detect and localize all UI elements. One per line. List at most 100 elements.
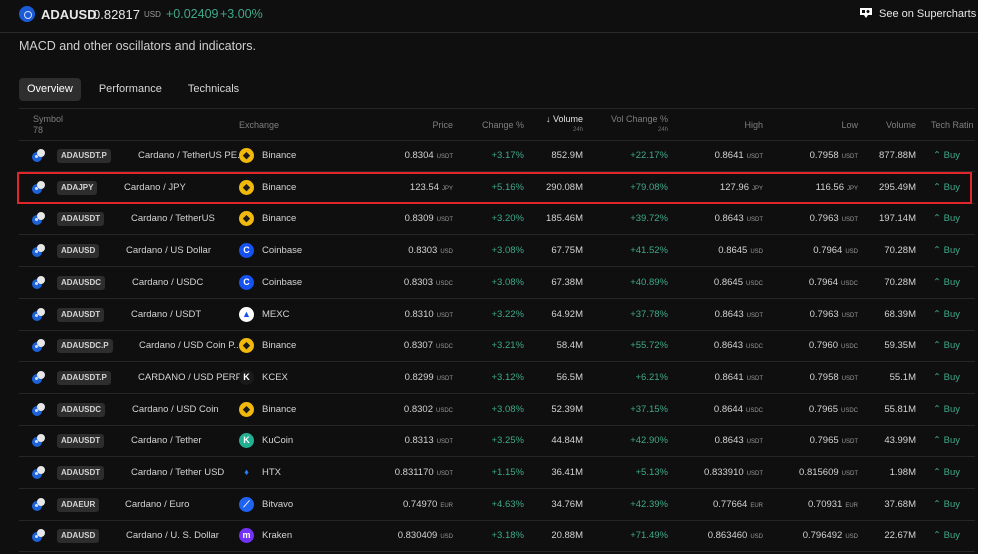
col-volume-label: Volume — [552, 114, 583, 124]
supercharts-icon[interactable] — [858, 5, 874, 21]
exchange-name: Coinbase — [262, 245, 303, 257]
price-value: 0.8299 — [404, 371, 434, 383]
price-cell: 0.8303 USDC — [404, 277, 453, 288]
rating-cell[interactable]: ⌃ Buy — [933, 530, 960, 541]
high-value: 0.8643 — [714, 213, 744, 225]
tab-performance[interactable]: Performance — [91, 78, 170, 101]
table-row[interactable]: ADAUSDC Cardano / USD Coin ◆ Binance 0.8302 U… — [19, 395, 975, 426]
symbol-badge[interactable]: ADAUSDT — [57, 212, 105, 227]
low-value: 0.7963 — [809, 213, 839, 225]
table-row[interactable]: ADAUSD Cardano / U. S. Dollar m Kraken 0.830… — [19, 521, 975, 553]
col-change[interactable]: Change % — [482, 120, 524, 130]
col-exchange[interactable]: Exchange — [239, 120, 279, 130]
col-price[interactable]: Price — [432, 120, 453, 130]
col-low[interactable]: Low — [841, 120, 858, 130]
rating-cell[interactable]: ⌃ Buy — [933, 182, 960, 193]
symbol-description: Cardano / USDT — [131, 308, 202, 320]
symbol-badge[interactable]: ADAUSDC — [57, 402, 105, 417]
vol-change-cell: +6.21% — [635, 371, 669, 383]
high-value: 0.8644 — [713, 403, 743, 415]
table-row[interactable]: ADAUSDT Cardano / USDT ▲ MEXC 0.8310 USDT +3.2… — [19, 300, 975, 331]
volume-cell: 44.84M — [551, 435, 583, 447]
rating-cell[interactable]: ⌃ Buy — [933, 277, 960, 288]
vol-change-cell: +22.17% — [630, 150, 668, 161]
price-unit: EUR — [440, 502, 453, 509]
price-cell: 0.8303 USD — [408, 245, 453, 256]
table-row[interactable]: ADAUSDC Cardano / USDC C Coinbase 0.8303 USDC… — [19, 268, 975, 299]
rating-cell[interactable]: ⌃ Buy — [933, 404, 960, 415]
see-on-supercharts-link[interactable]: See on Supercharts — [879, 8, 976, 20]
ada-pair-icon — [32, 370, 46, 385]
price-cell: 0.831170 USDT — [395, 467, 453, 478]
rating-label: Buy — [943, 498, 960, 510]
rating-label: Buy — [943, 213, 960, 225]
table-row[interactable]: ADAJPY Cardano / JPY ◆ Binance 123.54 JPY +5.1… — [19, 173, 975, 204]
symbol-badge[interactable]: ADAUSD — [57, 529, 100, 544]
symbol-badge[interactable]: ADAUSDC.P — [57, 339, 113, 354]
rating-cell[interactable]: ⌃ Buy — [933, 467, 960, 478]
price-value: 0.8313 — [404, 435, 434, 447]
col-volume-sorted[interactable]: ↓ Volume — [546, 114, 583, 124]
table-row[interactable]: ADAEUR Cardano / Euro ⟋ Bitvavo 0.74970 EUR +4… — [19, 490, 975, 521]
price-cell: 0.8307 USDC — [404, 340, 453, 351]
col-vol-change[interactable]: Vol Change % — [611, 114, 668, 124]
rating-cell[interactable]: ⌃ Buy — [933, 150, 960, 161]
symbol-badge[interactable]: ADAUSDT.P — [57, 370, 111, 385]
symbol-badge[interactable]: ADAUSDT — [57, 434, 105, 449]
high-cell: 0.8644 USDC — [714, 404, 763, 415]
symbol-badge[interactable]: ADAUSDT — [57, 307, 105, 322]
price-unit: USDT — [436, 471, 453, 477]
change-cell: +5.16% — [491, 181, 525, 193]
table-row[interactable]: ADAUSDT Cardano / TetherUS ◆ Binance 0.8309 U… — [19, 204, 975, 236]
table-row[interactable]: ADAUSD Cardano / US Dollar C Coinbase 0.8303… — [19, 236, 975, 268]
low-unit: USDT — [841, 312, 858, 319]
col-tech-rating[interactable]: Tech Ratin — [931, 120, 974, 130]
high-value: 0.8641 — [714, 150, 744, 161]
change-cell: +3.25% — [491, 435, 525, 447]
binance-icon: ◆ — [239, 179, 254, 195]
symbol-badge[interactable]: ADAUSDT.P — [57, 149, 111, 163]
price-unit: USDT — [436, 217, 453, 224]
symbol-badge[interactable]: ADAUSDC — [57, 275, 105, 290]
low-cell: 0.7964 USD — [813, 245, 858, 256]
high-value: 0.8643 — [713, 340, 743, 352]
rating-label: Buy — [943, 181, 960, 193]
symbol-badge[interactable]: ADAUSDT — [57, 466, 105, 480]
high-unit: USDT — [746, 375, 763, 382]
rating-cell[interactable]: ⌃ Buy — [933, 309, 960, 320]
rating-cell[interactable]: ⌃ Buy — [933, 372, 960, 383]
table-row[interactable]: ADAUSDT Cardano / Tether K KuCoin 0.8313 USDT… — [19, 426, 975, 458]
symbol-description: Cardano / Tether — [131, 435, 202, 447]
binance-icon: ◆ — [239, 148, 254, 163]
rating-cell[interactable]: ⌃ Buy — [933, 245, 960, 256]
tab-technicals[interactable]: Technicals — [180, 78, 247, 101]
table-row[interactable]: ADAUSDC.P Cardano / USD Coin P... ◆ Binance… — [19, 331, 975, 363]
rating-cell[interactable]: ⌃ Buy — [933, 213, 960, 224]
volume-cell: 290.08M — [546, 181, 583, 193]
chevron-up-icon: ⌃ — [933, 213, 944, 225]
low-value: 0.7964 — [813, 245, 843, 257]
col-high[interactable]: High — [744, 120, 763, 130]
high-unit: EUR — [750, 502, 763, 509]
high-value: 0.77664 — [712, 498, 748, 510]
symbol-badge[interactable]: ADAJPY — [57, 180, 98, 195]
price-value: 0.8307 — [403, 340, 433, 352]
table-row[interactable]: ADAUSDT Cardano / Tether USD ♦ HTX 0.831170 U… — [19, 458, 975, 489]
symbol-badge[interactable]: ADAUSD — [57, 244, 100, 259]
chevron-up-icon: ⌃ — [933, 276, 944, 288]
binance-icon: ◆ — [239, 211, 254, 227]
rating-cell[interactable]: ⌃ Buy — [933, 499, 960, 510]
col-volume2[interactable]: Volume — [886, 120, 916, 130]
symbol-badge[interactable]: ADAEUR — [57, 497, 100, 512]
high-cell: 0.8643 USDT — [715, 435, 763, 446]
tab-overview[interactable]: Overview — [19, 78, 81, 101]
table-row[interactable]: ADAUSDT.P CARDANO / USD PERP... K KCEX 0.829… — [19, 363, 975, 394]
col-symbol[interactable]: Symbol — [33, 114, 63, 124]
table-row[interactable]: ADAUSDT.P Cardano / TetherUS PE... ◆ Binanc… — [19, 141, 975, 172]
high-unit: USDC — [745, 407, 763, 414]
price-cell: 0.8310 USDT — [405, 309, 453, 320]
high-unit: USDT — [746, 471, 763, 477]
low-cell: 0.7963 USDT — [810, 309, 858, 320]
rating-cell[interactable]: ⌃ Buy — [933, 340, 960, 351]
rating-cell[interactable]: ⌃ Buy — [933, 435, 960, 446]
